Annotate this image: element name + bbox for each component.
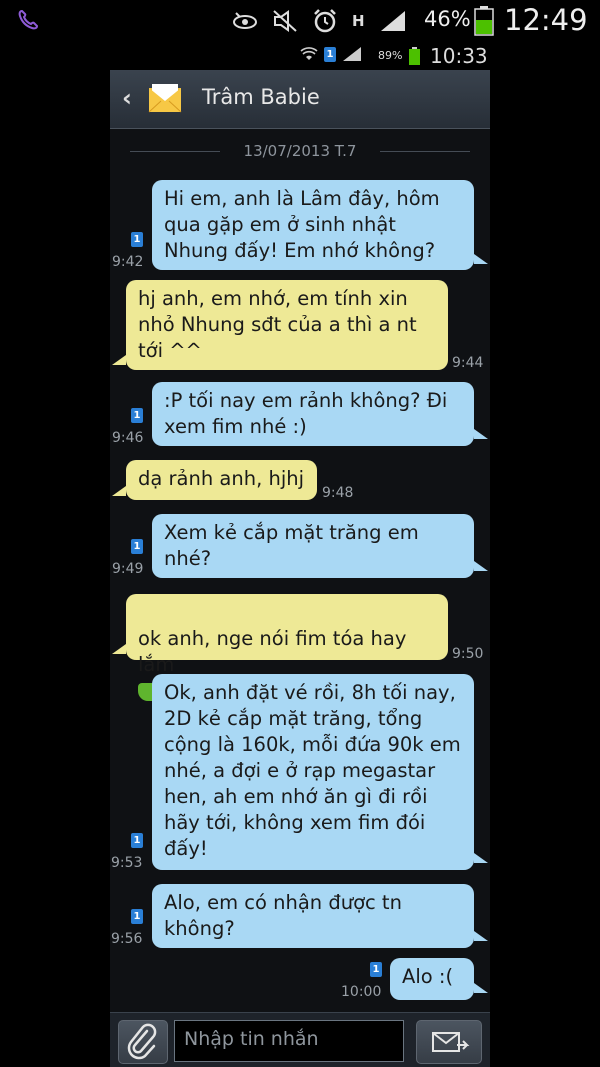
battery-percent: 46% bbox=[424, 7, 471, 31]
battery-icon bbox=[409, 47, 420, 65]
message-time: 9:53 bbox=[111, 855, 143, 871]
message-bubble[interactable]: Alo :( bbox=[390, 958, 474, 1000]
message-bubble[interactable]: Ok, anh đặt vé rồi, 8h tối nay, 2D kẻ cắ… bbox=[152, 674, 474, 870]
alarm-icon bbox=[314, 9, 336, 33]
message-time: 9:48 bbox=[322, 485, 354, 501]
sim-icon: 1 bbox=[370, 962, 382, 977]
inner-status-bar: 1 89% 10:33 bbox=[110, 42, 490, 70]
send-button[interactable] bbox=[416, 1020, 482, 1064]
sim-icon: 1 bbox=[131, 909, 143, 924]
message-time: 10:00 bbox=[341, 984, 382, 1000]
viber-icon bbox=[18, 9, 39, 30]
sim-icon: 1 bbox=[131, 539, 143, 554]
send-envelope-icon bbox=[432, 1032, 470, 1052]
signal-icon bbox=[343, 47, 361, 61]
sim-icon: 1 bbox=[131, 408, 143, 423]
phone-screen: 1 89% 10:33 ‹ Trâm Babie 13/07/2013 T.7 … bbox=[110, 42, 490, 1067]
attach-button[interactable] bbox=[118, 1020, 168, 1064]
status-bar: H 46% 12:49 bbox=[0, 0, 600, 42]
message-input[interactable]: Nhập tin nhắn bbox=[174, 1020, 404, 1062]
message-time: 9:46 bbox=[112, 430, 144, 446]
date-separator: 13/07/2013 T.7 bbox=[130, 142, 470, 162]
inner-battery-percent: 89% bbox=[378, 49, 403, 62]
wifi-icon bbox=[300, 47, 318, 60]
inner-clock: 10:33 bbox=[430, 44, 488, 68]
message-bubble[interactable]: dạ rảnh anh, hjhj bbox=[126, 460, 317, 500]
message-time: 9:44 bbox=[452, 355, 484, 371]
sim-icon: 1 bbox=[324, 46, 336, 62]
battery-icon bbox=[474, 6, 494, 36]
contact-name[interactable]: Trâm Babie bbox=[202, 85, 320, 109]
sim-icon: 1 bbox=[131, 232, 143, 247]
message-time: 9:49 bbox=[112, 561, 144, 577]
status-clock: 12:49 bbox=[504, 3, 588, 37]
message-time: 9:42 bbox=[112, 254, 144, 270]
paperclip-icon bbox=[127, 1023, 157, 1060]
eye-icon bbox=[233, 12, 257, 29]
composer-bar: Nhập tin nhắn bbox=[110, 1012, 490, 1067]
envelope-icon[interactable] bbox=[148, 82, 182, 116]
signal-icon bbox=[380, 11, 405, 31]
sim-icon: 1 bbox=[131, 833, 143, 848]
message-time: 9:50 bbox=[452, 646, 484, 662]
mute-icon bbox=[273, 10, 297, 32]
message-time: 9:56 bbox=[111, 931, 143, 947]
message-bubble[interactable]: Alo, em có nhận được tn không? bbox=[152, 884, 474, 948]
message-bubble[interactable]: Xem kẻ cắp mặt trăng em nhé? bbox=[152, 514, 474, 578]
network-type: H bbox=[352, 12, 365, 30]
message-bubble[interactable]: ok anh, nge nói fim tóa hay lắm bbox=[126, 594, 448, 701]
message-bubble[interactable]: Hi em, anh là Lâm đây, hôm qua gặp em ở … bbox=[152, 180, 474, 270]
chevron-left-icon[interactable]: ‹ bbox=[122, 84, 132, 112]
conversation-header: ‹ Trâm Babie bbox=[110, 70, 490, 129]
message-bubble[interactable]: hj anh, em nhớ, em tính xin nhỏ Nhung sđ… bbox=[126, 280, 448, 370]
message-bubble[interactable]: :P tối nay em rảnh không? Đi xem fim nhé… bbox=[152, 382, 474, 446]
